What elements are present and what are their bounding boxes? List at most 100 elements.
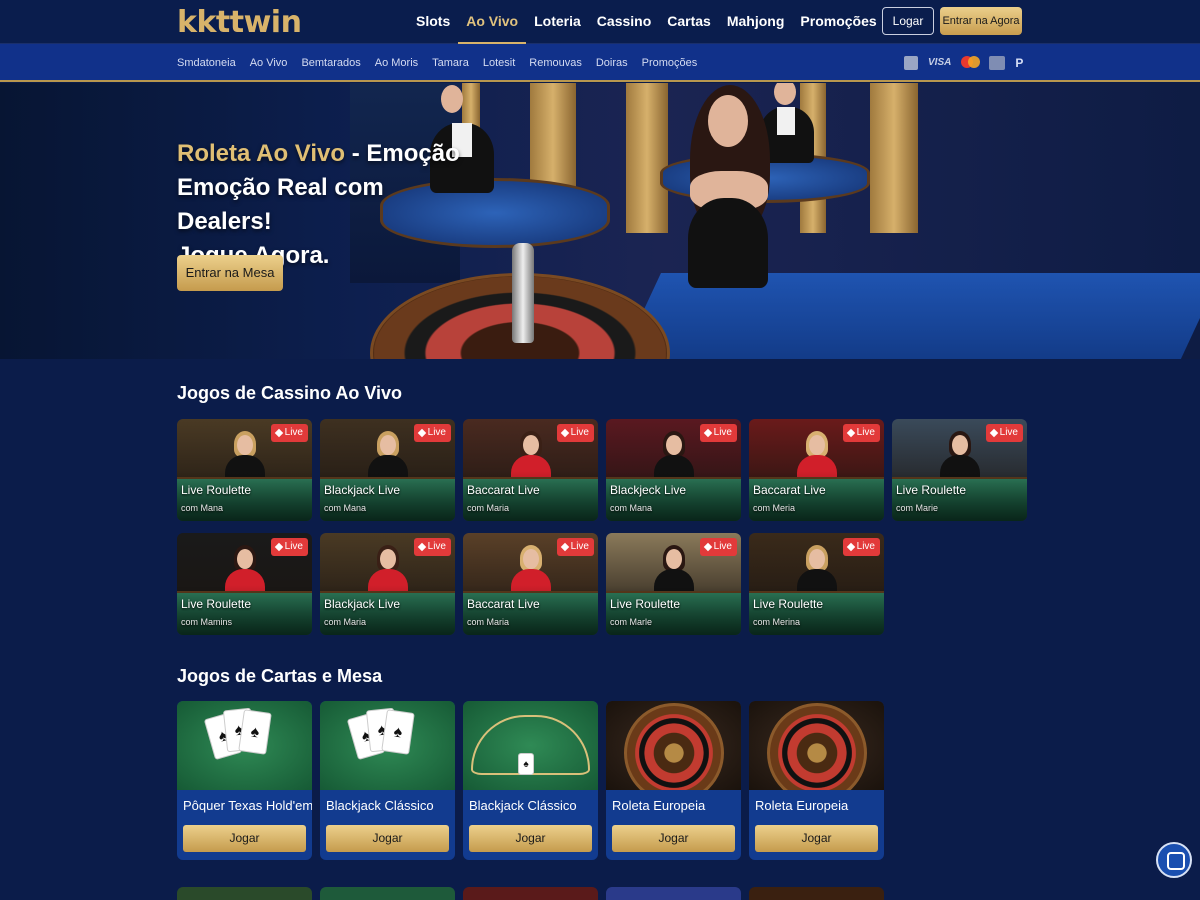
brand-logo[interactable]: kkttwin	[177, 5, 302, 40]
playing-card-icon: ♠	[381, 709, 415, 755]
wallet-icon	[904, 56, 918, 70]
chat-support-icon[interactable]	[1156, 842, 1192, 878]
dealer-head	[666, 435, 682, 455]
subnav-item[interactable]: Remouvas	[529, 44, 582, 82]
nav-cassino[interactable]: Cassino	[589, 0, 659, 44]
subnav-item[interactable]: Smdatoneia	[177, 44, 236, 82]
live-badge: Live	[699, 424, 737, 442]
table-game-card[interactable]: ♠ ♠ ♠ Blackjack Clássico Jogar	[320, 701, 455, 860]
enter-table-button[interactable]: Entrar na Mesa	[177, 255, 283, 291]
live-game-card[interactable]: Live Live Roulette com Merina	[749, 533, 884, 635]
subnav-item[interactable]: Doiras	[596, 44, 628, 82]
dealer-name: com Meria	[753, 503, 796, 513]
login-button[interactable]: Logar	[882, 7, 934, 35]
main-nav: Slots Ao Vivo Loteria Cassino Cartas Mah…	[408, 0, 885, 44]
nav-loteria[interactable]: Loteria	[526, 0, 589, 44]
game-name: Baccarat Live	[467, 597, 540, 611]
live-game-card[interactable]: Live Baccarat Live com Maria	[463, 419, 598, 521]
live-badge: Live	[985, 424, 1023, 442]
subnav-item[interactable]: Tamara	[432, 44, 469, 82]
nav-promocoes[interactable]: Promoções	[792, 0, 884, 44]
subnav-item[interactable]: Promoções	[642, 44, 698, 82]
game-thumbnail: ♠	[463, 701, 598, 790]
live-game-card[interactable]: Live Baccarat Live com Meria	[749, 419, 884, 521]
playing-card-icon: ♠	[518, 753, 534, 775]
join-button[interactable]: Entrar na Agora	[940, 7, 1022, 35]
live-game-card[interactable]: Live Live Roulette com Mana	[177, 419, 312, 521]
live-badge: Live	[413, 538, 451, 556]
partial-card[interactable]	[606, 887, 741, 900]
game-thumbnail	[749, 701, 884, 790]
payment-methods: VISA P	[904, 56, 1023, 70]
table-section-title: Jogos de Cartas e Mesa	[177, 666, 383, 686]
nav-mahjong[interactable]: Mahjong	[719, 0, 793, 44]
dealer-name: com Mana	[610, 503, 653, 513]
dealer-head	[523, 435, 539, 455]
dealer-name: com Maria	[324, 617, 367, 627]
live-badge: Live	[842, 538, 880, 556]
live-badge: Live	[556, 424, 594, 442]
live-section-title: Jogos de Cassino Ao Vivo	[177, 383, 403, 403]
subnav-item[interactable]: Ao Moris	[375, 44, 418, 82]
game-name: Roleta Europeia	[755, 798, 849, 813]
table-game-card[interactable]: Roleta Europeia Jogar	[606, 701, 741, 860]
card-icon	[989, 56, 1006, 70]
live-badge: Live	[270, 538, 308, 556]
dealer-head	[380, 549, 396, 569]
nav-slots[interactable]: Slots	[408, 0, 458, 44]
sub-nav: Smdatoneia Ao Vivo Bemtarados Ao Moris T…	[177, 44, 697, 82]
hero-banner: Roleta Ao Vivo - Emoção Emoção Real com …	[0, 83, 1200, 359]
play-button[interactable]: Jogar	[326, 825, 449, 852]
dealer-name: com Mamins	[181, 617, 233, 627]
live-game-card[interactable]: Live Blackjeck Live com Mana	[606, 419, 741, 521]
game-name: Live Roulette	[896, 483, 967, 497]
hero-title-highlight: Roleta Ao Vivo	[177, 140, 346, 167]
play-button[interactable]: Jogar	[183, 825, 306, 852]
dealer-name: com Maria	[467, 503, 510, 513]
play-button[interactable]: Jogar	[612, 825, 735, 852]
table-game-card[interactable]: ♠ ♠ ♠ Pôquer Texas Hold'em Jogar	[177, 701, 312, 860]
dealer-head	[708, 95, 748, 147]
live-game-card[interactable]: Live Live Roulette com Marle	[606, 533, 741, 635]
live-game-card[interactable]: Live Live Roulette com Marie	[892, 419, 1027, 521]
play-button[interactable]: Jogar	[469, 825, 592, 852]
dealer-head	[809, 549, 825, 569]
subnav-item[interactable]: Bemtarados	[301, 44, 360, 82]
dealer-name: com Merina	[753, 617, 801, 627]
dealer-head	[523, 549, 539, 569]
game-name: Pôquer Texas Hold'em	[183, 798, 312, 813]
live-game-card[interactable]: Live Live Roulette com Mamins	[177, 533, 312, 635]
mastercard-icon	[961, 56, 981, 70]
table-game-card[interactable]: ♠ Blackjack Clássico Jogar	[463, 701, 598, 860]
live-game-card[interactable]: Live Blackjack Live com Maria	[320, 533, 455, 635]
dealer-name: com Maria	[467, 617, 510, 627]
partial-card[interactable]	[320, 887, 455, 900]
dealer-name: com Marle	[610, 617, 653, 627]
paypal-icon: P	[1015, 56, 1024, 70]
game-name: Blackjack Live	[324, 597, 401, 611]
partial-card[interactable]	[463, 887, 598, 900]
live-badge: Live	[842, 424, 880, 442]
game-name: Blackjack Clássico	[326, 798, 434, 813]
live-badge: Live	[413, 424, 451, 442]
nav-ao-vivo[interactable]: Ao Vivo	[458, 0, 527, 44]
play-button[interactable]: Jogar	[755, 825, 878, 852]
game-name: Live Roulette	[181, 597, 252, 611]
dealer-head	[952, 435, 968, 455]
partial-card[interactable]	[749, 887, 884, 900]
hero-title: Roleta Ao Vivo - Emoção Emoção Real com …	[177, 137, 477, 273]
live-game-card[interactable]: Live Baccarat Live com Maria	[463, 533, 598, 635]
subnav-item[interactable]: Ao Vivo	[250, 44, 288, 82]
dealer-dress	[688, 198, 768, 288]
subnav-item[interactable]: Lotesit	[483, 44, 515, 82]
game-name: Baccarat Live	[467, 483, 540, 497]
live-game-card[interactable]: Live Blackjack Live com Mana	[320, 419, 455, 521]
game-thumbnail	[606, 701, 741, 790]
game-thumbnail: ♠ ♠ ♠	[177, 701, 312, 790]
game-name: Live Roulette	[610, 597, 681, 611]
dealer-head	[237, 435, 253, 455]
partial-card[interactable]	[177, 887, 312, 900]
nav-cartas[interactable]: Cartas	[659, 0, 719, 44]
table-game-card[interactable]: Roleta Europeia Jogar	[749, 701, 884, 860]
hero-title-line2: Emoção Real com Dealers!	[177, 174, 384, 235]
